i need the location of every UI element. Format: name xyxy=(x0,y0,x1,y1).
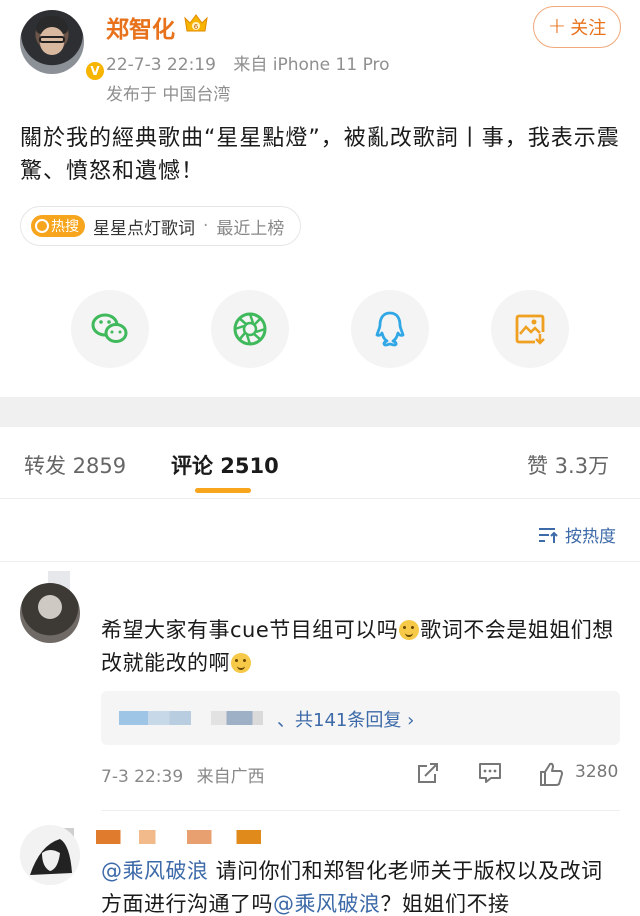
commenter-avatar[interactable] xyxy=(20,825,80,885)
tab-bar: 转发 2859 评论 2510 赞 3.3万 xyxy=(0,432,640,496)
mention-link[interactable]: @乘风破浪 xyxy=(273,892,381,916)
avatar-illustration xyxy=(20,825,80,885)
sort-icon xyxy=(539,527,558,543)
hot-topic: 星星点灯歌词 xyxy=(93,218,195,239)
like-count: 3280 xyxy=(575,762,619,782)
post-meta: 22-7-3 22:19 来自 iPhone 11 Pro xyxy=(106,50,402,75)
comment-text: 希望大家有事cue节目组可以吗 歌词不会是姐姐们想改就能改的啊 xyxy=(101,618,614,675)
eye-roll-emoji-icon xyxy=(231,653,251,673)
sort-label: 按热度 xyxy=(565,527,616,547)
eye-roll-emoji-icon xyxy=(399,620,420,640)
wechat-icon xyxy=(91,313,128,343)
qq-icon xyxy=(375,311,405,347)
hot-search-tag[interactable]: 热搜 星星点灯歌词 · 最近上榜 xyxy=(20,206,302,246)
plus-icon: + xyxy=(547,14,567,39)
reply-count-link[interactable]: 、共141条回复 › xyxy=(277,706,414,732)
sort-button[interactable]: 按热度 xyxy=(537,522,616,547)
hot-rank: 最近上榜 xyxy=(216,218,285,239)
author-name[interactable]: 郑智化 xyxy=(106,10,175,44)
post-date: 22-7-3 22:19 xyxy=(106,55,216,75)
comment-time: 7-3 22:39 xyxy=(101,767,184,787)
tab-likes[interactable]: 赞 3.3万 xyxy=(527,450,609,480)
divider xyxy=(0,561,640,562)
share-row xyxy=(0,290,640,370)
comment-text: @乘风破浪 请问你们和郑智化老师关于版权以及改词方面进行沟通了吗@乘风破浪？姐姐… xyxy=(101,859,603,916)
search-icon xyxy=(35,219,49,233)
post-location: 发布于 中国台湾 xyxy=(106,85,231,105)
blurred-username xyxy=(211,711,263,725)
replies-preview[interactable]: 、共141条回复 › xyxy=(101,691,620,745)
verified-badge-icon: V xyxy=(84,60,106,82)
follow-button[interactable]: + 关注 xyxy=(533,6,621,48)
hot-search-badge: 热搜 xyxy=(31,215,85,237)
vip-crown-icon: 6 xyxy=(184,14,208,32)
blurred-username xyxy=(119,711,191,725)
share-moments-button[interactable] xyxy=(211,290,289,368)
post-header: V 郑智化 6 22-7-3 22:19 来自 iPhone 11 Pro 发布… xyxy=(0,0,640,110)
share-qq-button[interactable] xyxy=(351,290,429,368)
comment-footer: 7-3 22:39 来自广西 3280 xyxy=(101,762,620,788)
comment-source: 来自广西 xyxy=(196,767,265,787)
post-text: 關於我的經典歌曲“星星點燈”，被亂改歌詞丨事，我表示震驚、憤怒和遺憾！ xyxy=(20,126,620,184)
moments-icon xyxy=(233,312,267,346)
mention-link[interactable]: @乘风破浪 xyxy=(101,859,209,883)
comment-icon[interactable] xyxy=(477,760,503,786)
commenter-avatar[interactable] xyxy=(20,583,80,643)
divider xyxy=(101,810,620,811)
save-image-button[interactable] xyxy=(491,290,569,368)
save-image-icon xyxy=(515,314,545,345)
hot-separator: · xyxy=(203,216,209,236)
share-wechat-button[interactable] xyxy=(71,290,149,368)
svg-text:6: 6 xyxy=(194,23,199,31)
repost-icon[interactable] xyxy=(415,760,441,786)
divider xyxy=(0,498,640,499)
section-separator xyxy=(0,397,640,427)
tab-comments[interactable]: 评论 2510 xyxy=(171,450,279,480)
follow-label: 关注 xyxy=(570,18,607,39)
tab-repost[interactable]: 转发 2859 xyxy=(24,450,126,480)
blurred-username xyxy=(96,830,261,844)
author-avatar[interactable]: V xyxy=(20,10,106,82)
post-source: 来自 iPhone 11 Pro xyxy=(233,55,390,75)
like-icon[interactable] xyxy=(537,760,565,788)
active-tab-indicator xyxy=(195,488,251,493)
